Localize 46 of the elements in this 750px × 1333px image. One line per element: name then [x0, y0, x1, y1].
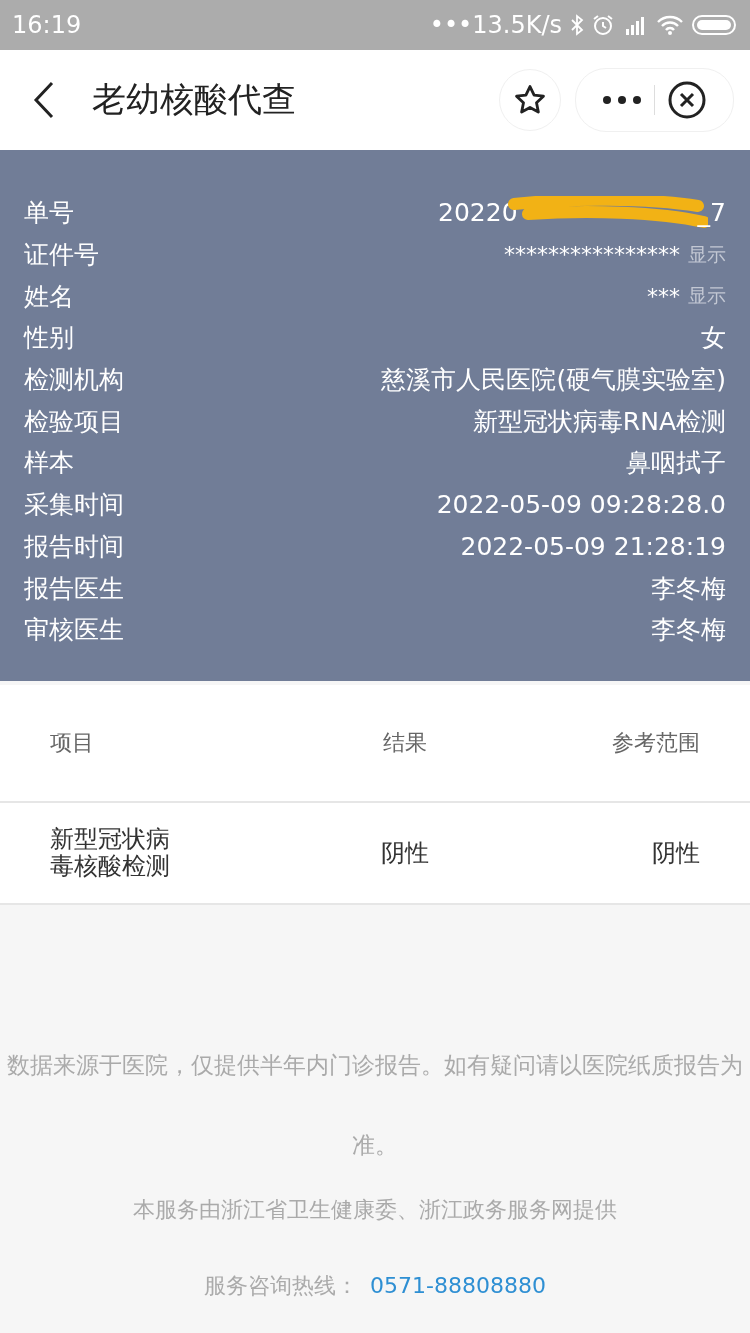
- field-label: 检测机构: [24, 364, 124, 397]
- column-header: 项目: [50, 728, 95, 757]
- field-value: 新型冠状病毒RNA检测: [472, 405, 726, 438]
- clock: 16:19: [12, 11, 82, 39]
- show-link[interactable]: 显示: [688, 283, 726, 310]
- star-icon: [513, 83, 547, 117]
- hotline-link[interactable]: 0571-88808880: [370, 1272, 546, 1298]
- field-value: ****************: [504, 242, 680, 268]
- field-value: _7: [697, 198, 726, 228]
- field-label: 姓名: [24, 280, 74, 313]
- table-cell-text: 阴性: [380, 837, 430, 869]
- battery-icon: [692, 14, 738, 36]
- hotline-label: 服务咨询热线：: [204, 1272, 359, 1298]
- field-label: 证件号: [24, 239, 99, 272]
- field-value: 李冬梅: [651, 614, 726, 647]
- show-link[interactable]: 显示: [688, 241, 726, 268]
- wifi-icon: [656, 14, 684, 36]
- field-value: 慈溪市人民医院(硬气膜实验室): [381, 364, 726, 397]
- field-value: 2022-05-09 21:28:19: [460, 531, 726, 561]
- field-label: 单号: [24, 197, 74, 230]
- more-icon: [602, 95, 642, 105]
- field-label: 样本: [24, 447, 74, 480]
- close-icon: [667, 80, 707, 120]
- field-value: 李冬梅: [651, 572, 726, 605]
- field-label: 采集时间: [24, 489, 124, 522]
- alarm-icon: [592, 14, 614, 36]
- column-header: 结果: [382, 728, 428, 757]
- field-value: 2022-05-09 09:28:28.0: [436, 490, 726, 520]
- page-title: 老幼核酸代查: [92, 78, 297, 121]
- field-value: 鼻咽拭子: [626, 447, 726, 480]
- field-value: 20220: [438, 198, 518, 228]
- disclaimer-text: 数据来源于医院，仅提供半年内门诊报告。如有疑问请以医院纸质报告为准。: [6, 1050, 744, 1160]
- field-label: 性别: [24, 322, 74, 355]
- field-label: 检验项目: [24, 405, 124, 438]
- field-label: 报告医生: [24, 572, 124, 605]
- back-icon[interactable]: [32, 81, 56, 119]
- field-label: 审核医生: [24, 614, 124, 647]
- field-value: ***: [647, 283, 680, 309]
- table-cell-text: 新型冠状病毒核酸检测: [50, 826, 171, 879]
- table-cell-text: 阴性: [651, 837, 700, 869]
- field-value: 女: [701, 322, 726, 355]
- provider-text: 本服务由浙江省卫生健康委、浙江政务服务网提供: [132, 1195, 618, 1224]
- field-label: 报告时间: [24, 530, 124, 563]
- network-speed: •••13.5K/s: [429, 11, 562, 39]
- bluetooth-icon: [570, 14, 584, 36]
- column-header: 参考范围: [611, 728, 700, 757]
